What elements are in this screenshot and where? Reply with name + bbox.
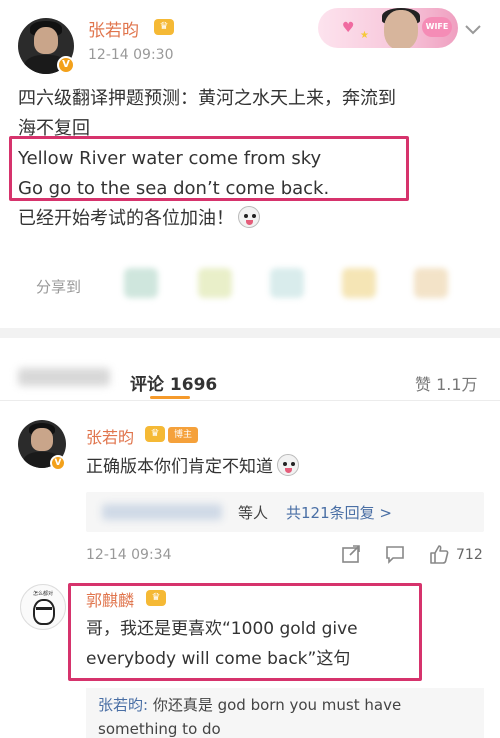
share-icon[interactable] <box>340 543 362 565</box>
avatar-caption: 怎么都对 <box>32 591 53 597</box>
heart-icon: ♥ <box>342 20 355 36</box>
star-icon: ★ <box>360 30 369 41</box>
op-badge: 博主 <box>168 427 198 443</box>
tab-reposts-blurred[interactable] <box>18 368 110 386</box>
blurred-names <box>102 504 222 520</box>
thumbs-up-icon[interactable] <box>428 543 450 565</box>
laughing-emoji-icon <box>238 206 260 228</box>
comment-text-content: 正确版本你们肯定不知道 <box>86 457 273 477</box>
active-tab-indicator <box>150 396 190 399</box>
fan-banner[interactable]: ♥ ★ WIFE <box>318 8 458 48</box>
verified-v-icon: V <box>57 56 75 74</box>
comment-icon[interactable] <box>384 543 406 565</box>
replies-wait-text: 等人 <box>238 504 269 522</box>
share-target-icon[interactable] <box>198 268 232 298</box>
post-text-line: 四六级翻译押题预测：黄河之水天上来，奔流到 <box>18 88 396 109</box>
comment-text: 正确版本你们肯定不知道 <box>86 452 299 477</box>
post-card: V 张若昀 ♛ 12-14 09:30 ♥ ★ WIFE 四六级翻译押题预测：黄… <box>0 0 500 328</box>
laughing-emoji-icon <box>277 454 299 476</box>
share-target-icon[interactable] <box>342 268 376 298</box>
share-target-icon[interactable] <box>414 268 448 298</box>
sub-reply-content: 你还真是 god born you must have <box>148 696 402 714</box>
like-count: 712 <box>456 547 483 563</box>
sub-reply-line: 张若昀: 你还真是 god born you must have <box>98 693 478 717</box>
sub-reply[interactable]: 张若昀: 你还真是 god born you must have somethi… <box>86 688 484 738</box>
tab-comments[interactable]: 评论 1696 <box>130 370 217 395</box>
tab-likes[interactable]: 赞 1.1万 <box>415 371 478 395</box>
comment-time: 12-14 09:34 <box>86 547 172 563</box>
author-name[interactable]: 张若昀 <box>88 16 139 41</box>
post-time: 12-14 09:30 <box>88 47 174 63</box>
sub-reply-author[interactable]: 张若昀: <box>98 696 148 714</box>
share-target-icon[interactable] <box>270 268 304 298</box>
share-target-icon[interactable] <box>124 268 158 298</box>
section-divider <box>0 328 500 338</box>
replies-count-link[interactable]: 共121条回复 > <box>286 502 392 523</box>
chevron-down-icon[interactable] <box>462 18 484 40</box>
verified-v-icon: V <box>50 455 66 471</box>
sub-reply-line: something to do <box>98 720 221 738</box>
sub-reply-text: 张若昀: 你还真是 god born you must have somethi… <box>98 693 478 738</box>
closing-text: 已经开始考试的各位加油！ <box>18 208 234 229</box>
commenter-name[interactable]: 张若昀 <box>86 424 134 448</box>
replies-summary[interactable]: 等人 共121条回复 > <box>86 492 484 532</box>
share-label: 分享到 <box>36 278 82 296</box>
commenter-avatar[interactable]: 怎么都对 <box>20 584 66 630</box>
comment-tabs: 评论 1696 赞 1.1万 <box>0 338 500 400</box>
tabs-divider <box>0 400 500 401</box>
highlight-box <box>9 136 409 201</box>
wife-badge: WIFE <box>422 17 452 37</box>
crown-icon: ♛ <box>154 19 174 35</box>
post-closing-line: 已经开始考试的各位加油！ <box>18 204 488 234</box>
highlight-box <box>68 583 422 681</box>
crown-icon: ♛ <box>145 426 165 442</box>
